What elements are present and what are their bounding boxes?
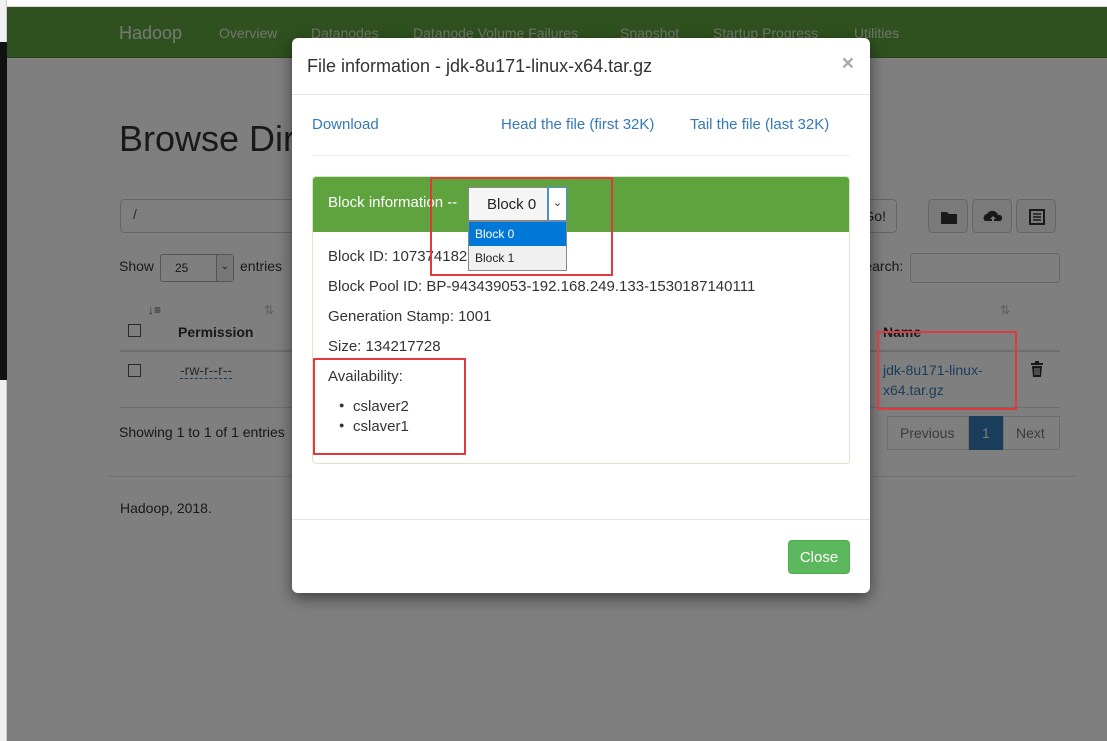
head-file-link[interactable]: Head the file (first 32K) bbox=[501, 116, 654, 133]
modal-header-divider bbox=[292, 94, 870, 95]
links-divider bbox=[312, 155, 850, 156]
close-button[interactable]: Close bbox=[788, 540, 850, 574]
file-info-modal: File information - jdk-8u171-linux-x64.t… bbox=[292, 38, 870, 593]
annotation-box-availability bbox=[313, 358, 466, 455]
modal-title: File information - jdk-8u171-linux-x64.t… bbox=[307, 56, 653, 76]
annotation-box-file-name bbox=[877, 331, 1017, 410]
background-window-topbar bbox=[0, 0, 1107, 7]
block-option-1[interactable]: Block 1 bbox=[469, 246, 566, 270]
block-pool-id: Block Pool ID: BP-943439053-192.168.249.… bbox=[328, 278, 756, 295]
tail-file-link[interactable]: Tail the file (last 32K) bbox=[690, 116, 829, 133]
download-link[interactable]: Download bbox=[312, 116, 379, 133]
block-option-0[interactable]: Block 0 bbox=[469, 222, 566, 246]
block-dropdown: Block 0 Block 1 bbox=[468, 221, 567, 271]
background-window-edge bbox=[0, 0, 7, 741]
modal-footer-divider bbox=[292, 519, 870, 520]
close-icon[interactable]: × bbox=[842, 52, 854, 76]
block-size: Size: 134217728 bbox=[328, 338, 441, 355]
generation-stamp: Generation Stamp: 1001 bbox=[328, 308, 492, 325]
